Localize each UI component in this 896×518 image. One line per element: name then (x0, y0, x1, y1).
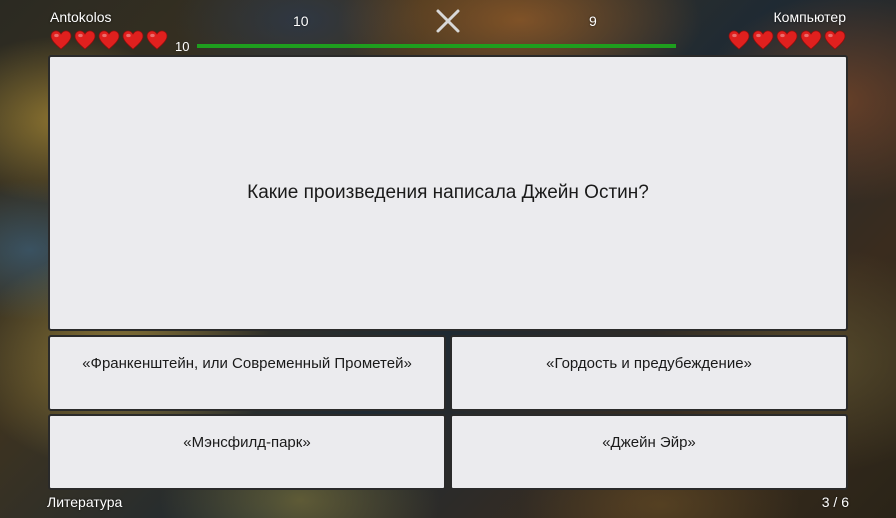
question-text: Какие произведения написала Джейн Остин? (247, 182, 649, 203)
answer-label: «Франкенштейн, или Современный Прометей» (82, 355, 412, 372)
answer-button-1[interactable]: «Франкенштейн, или Современный Прометей» (48, 335, 446, 411)
player-left-name: Antokolos (50, 9, 112, 25)
question-progress: 3 / 6 (821, 494, 849, 510)
heart-icon (800, 30, 822, 50)
answer-label: «Мэнсфилд-парк» (183, 434, 311, 451)
answer-button-3[interactable]: «Мэнсфилд-парк» (48, 414, 446, 490)
close-icon (436, 9, 460, 33)
heart-icon (122, 30, 144, 50)
heart-icon (98, 30, 120, 50)
answer-label: «Гордость и предубеждение» (546, 355, 752, 372)
timer-label: 10 (175, 39, 190, 54)
close-button[interactable] (433, 6, 463, 36)
category-label: Литература (47, 494, 123, 510)
player-left-score: 10 (293, 13, 309, 29)
heart-icon (728, 30, 750, 50)
player-right-lives (728, 30, 846, 50)
player-left-lives (50, 30, 168, 50)
heart-icon (50, 30, 72, 50)
heart-icon (824, 30, 846, 50)
timer-bar-fill (197, 44, 676, 48)
heart-icon (752, 30, 774, 50)
question-card: Какие произведения написала Джейн Остин? (48, 55, 848, 331)
answer-label: «Джейн Эйр» (602, 434, 696, 451)
heart-icon (74, 30, 96, 50)
player-right-name: Компьютер (773, 9, 846, 25)
player-right-score: 9 (589, 13, 597, 29)
heart-icon (776, 30, 798, 50)
answer-button-2[interactable]: «Гордость и предубеждение» (450, 335, 848, 411)
answer-button-4[interactable]: «Джейн Эйр» (450, 414, 848, 490)
timer-bar (197, 44, 676, 48)
heart-icon (146, 30, 168, 50)
